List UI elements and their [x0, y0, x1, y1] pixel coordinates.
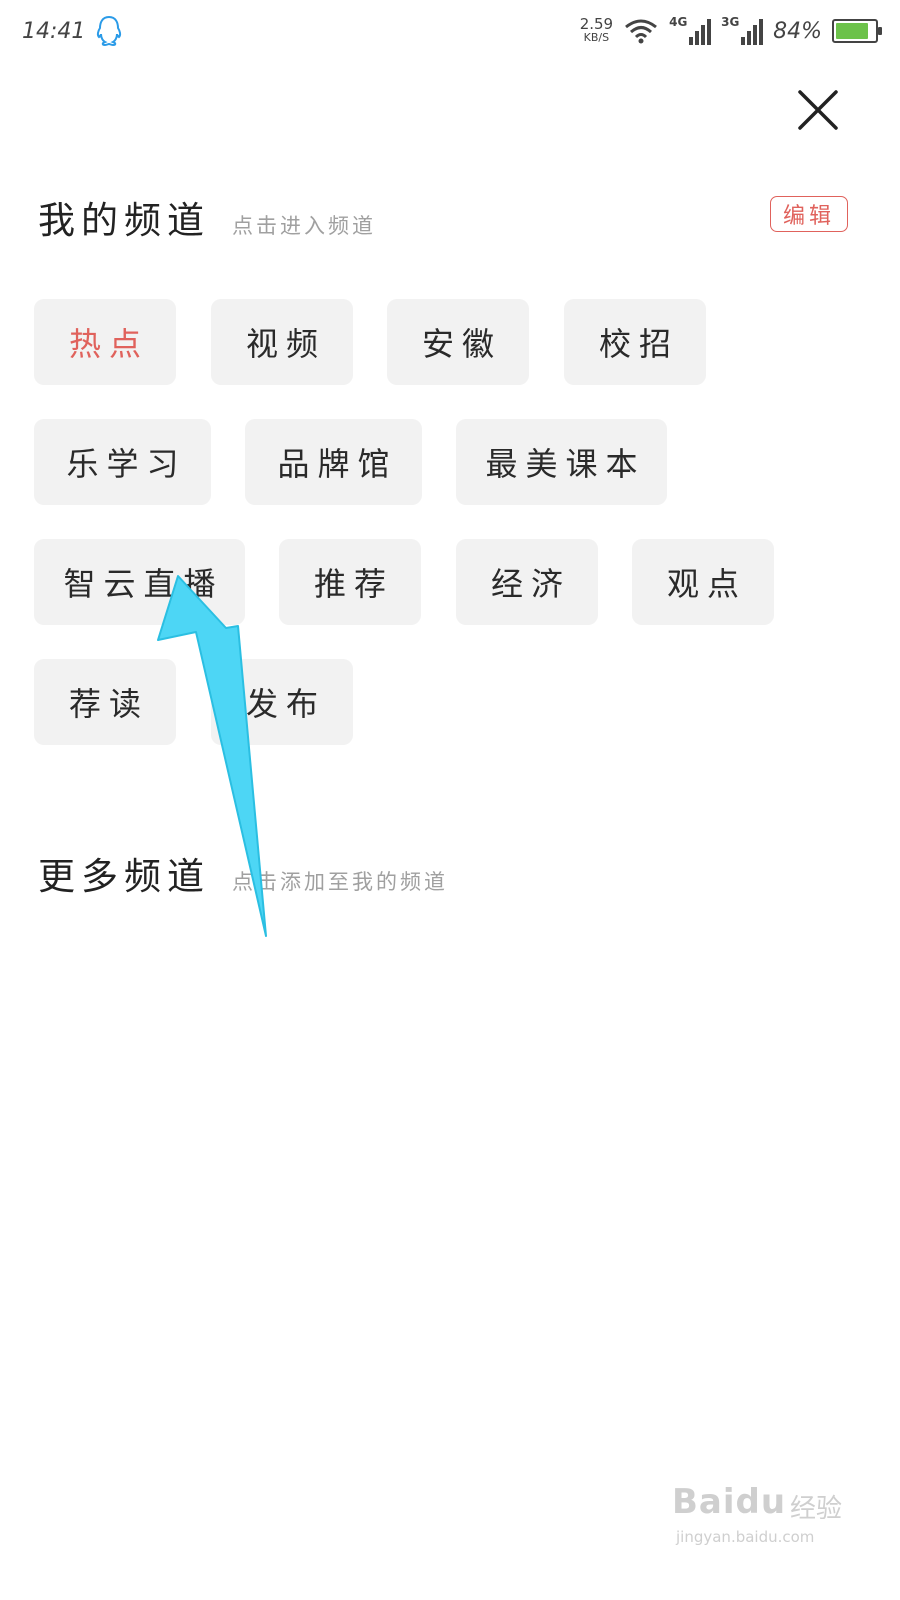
status-bar: 14:41 2.59 KB/S 4G 3G 84%	[0, 0, 900, 62]
close-icon[interactable]	[790, 84, 844, 138]
channel-chip-happy-learning[interactable]: 乐学习	[34, 419, 211, 505]
channel-chip-economy[interactable]: 经济	[456, 539, 598, 625]
status-time: 14:41	[22, 18, 86, 44]
watermark-cn: 经验	[790, 1494, 843, 1524]
edit-button[interactable]: 编辑	[770, 196, 848, 232]
battery-icon	[832, 19, 882, 43]
my-channels-hint: 点击进入频道	[232, 214, 376, 238]
qq-icon	[97, 15, 122, 47]
channel-chip-publish[interactable]: 发布	[211, 659, 353, 745]
more-channels-title: 更多频道	[38, 855, 210, 898]
wifi-icon	[625, 19, 658, 44]
more-channels-header: 更多频道 点击添加至我的频道	[38, 846, 448, 900]
channel-chip-best-textbook[interactable]: 最美课本	[456, 419, 667, 505]
channel-chip-recommended-reading[interactable]: 荐读	[34, 659, 176, 745]
watermark-url: jingyan.baidu.com	[676, 1528, 815, 1546]
battery-fill	[836, 23, 868, 39]
channel-chip-video[interactable]: 视频	[211, 299, 353, 385]
more-channels-hint: 点击添加至我的频道	[232, 870, 448, 894]
battery-percent: 84%	[773, 18, 822, 44]
net-speed: 2.59 KB/S	[579, 15, 614, 45]
channel-chip-campus-recruit[interactable]: 校招	[564, 299, 706, 385]
channel-chip-viewpoint[interactable]: 观点	[632, 539, 774, 625]
channel-chip-hotspot[interactable]: 热点	[34, 299, 176, 385]
baidu-jingyan-watermark: Baidu 经验 jingyan.baidu.com	[672, 1472, 852, 1552]
my-channels-header: 我的频道 点击进入频道	[38, 190, 376, 244]
channel-chip-recommend[interactable]: 推荐	[279, 539, 421, 625]
signal-4g-icon: 4G	[669, 15, 712, 45]
watermark-brand: Baidu	[672, 1482, 787, 1522]
channel-chip-anhui[interactable]: 安徽	[387, 299, 529, 385]
my-channels-title: 我的频道	[38, 199, 210, 242]
channel-chip-zhiyun-live[interactable]: 智云直播	[34, 539, 245, 625]
status-right: 2.59 KB/S 4G 3G 84%	[579, 15, 882, 45]
channel-chip-brand-hall[interactable]: 品牌馆	[245, 419, 422, 505]
signal-3g-icon: 3G	[721, 15, 764, 45]
